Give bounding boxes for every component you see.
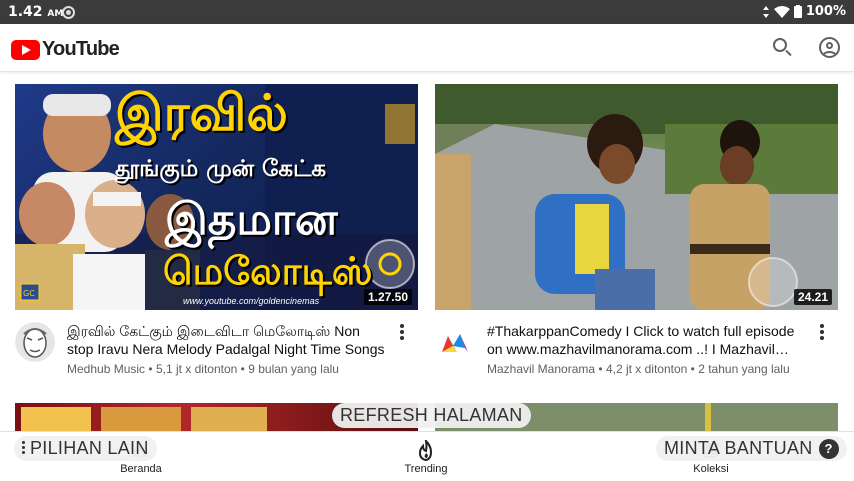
view-count: 5,1 jt x ditonton <box>155 362 238 376</box>
app-bar: YouTube <box>0 24 854 72</box>
youtube-logo[interactable]: YouTube <box>11 38 120 61</box>
channel-avatar[interactable] <box>15 322 55 362</box>
get-help-button[interactable]: MINTA BANTUAN? <box>656 436 847 461</box>
battery-percent: 100% <box>805 4 846 19</box>
more-options-icon[interactable] <box>400 324 404 340</box>
video-duration: 1.27.50 <box>363 289 412 305</box>
thumb-text-line4: மெலோடிஸ் <box>163 249 373 293</box>
video-duration: 24.21 <box>793 289 832 305</box>
status-indicators: 100% <box>762 4 846 19</box>
upload-age: 9 bulan yang lalu <box>248 362 339 376</box>
nav-trending-label: Trending <box>404 463 448 475</box>
channel-name[interactable]: Mazhavil Manorama <box>487 362 595 376</box>
thumbnail-artwork <box>435 84 838 310</box>
video-meta: இரவில் கேட்கும் இடைவிடா மெலோடிஸ் Non sto… <box>15 310 418 380</box>
video-subline: Medhub Music • 5,1 jt x ditonton • 9 bul… <box>67 362 339 376</box>
upload-age: 2 tahun yang lalu <box>698 362 790 376</box>
more-choices-button[interactable]: PILIHAN LAIN <box>14 436 157 461</box>
video-card[interactable]: 24.21 #ThakarppanComedy I Click to watch… <box>435 84 838 380</box>
help-icon: ? <box>818 439 839 459</box>
video-thumbnail[interactable]: GC இரவில் தூங்கும் முன் கேட்க இதமான மெலோ… <box>15 84 418 310</box>
wifi-icon <box>773 5 790 18</box>
thumb-text-line2: தூங்கும் முன் கேட்க <box>115 156 327 182</box>
status-time: 1.42 AM <box>8 4 64 20</box>
account-icon[interactable] <box>818 36 842 60</box>
trending-icon <box>418 440 433 462</box>
thumb-text-line3: இதமான <box>165 194 338 245</box>
video-meta: #ThakarppanComedy I Click to watch full … <box>435 310 838 380</box>
sync-icon <box>62 6 75 19</box>
video-subline: Mazhavil Manorama • 4,2 jt x ditonton • … <box>487 362 790 376</box>
signal-arrows-icon <box>762 5 769 18</box>
get-help-label: MINTA BANTUAN <box>664 438 813 458</box>
refresh-page-label: REFRESH HALAMAN <box>340 405 523 425</box>
thumb-url: www.youtube.com/goldencinemas <box>183 296 320 306</box>
youtube-play-icon <box>11 39 40 60</box>
channel-badge-text: GC <box>23 289 35 298</box>
nav-home-label: Beranda <box>120 463 162 475</box>
video-card[interactable]: GC இரவில் தூங்கும் முன் கேட்க இதமான மெலோ… <box>15 84 418 380</box>
nav-trending[interactable]: Trending <box>366 432 486 481</box>
search-icon[interactable] <box>770 36 794 60</box>
logo-text: YouTube <box>42 38 120 60</box>
view-count: 4,2 jt x ditonton <box>605 362 688 376</box>
thumb-text-line1: இரவில் <box>115 84 288 142</box>
status-bar: 1.42 AM 100% <box>0 0 854 24</box>
channel-avatar[interactable] <box>435 322 475 362</box>
more-options-icon[interactable] <box>820 324 824 340</box>
video-thumbnail[interactable]: 24.21 <box>435 84 838 310</box>
video-title[interactable]: #ThakarppanComedy I Click to watch full … <box>487 322 809 358</box>
video-title[interactable]: இரவில் கேட்கும் இடைவிடா மெலோடிஸ் Non sto… <box>67 322 389 358</box>
more-choices-label: PILIHAN LAIN <box>30 438 149 458</box>
nav-library-label: Koleksi <box>693 463 729 475</box>
channel-name[interactable]: Medhub Music <box>67 362 145 376</box>
vertical-dots-icon <box>22 441 26 455</box>
battery-icon <box>793 5 802 18</box>
refresh-page-button[interactable]: REFRESH HALAMAN <box>332 403 531 428</box>
